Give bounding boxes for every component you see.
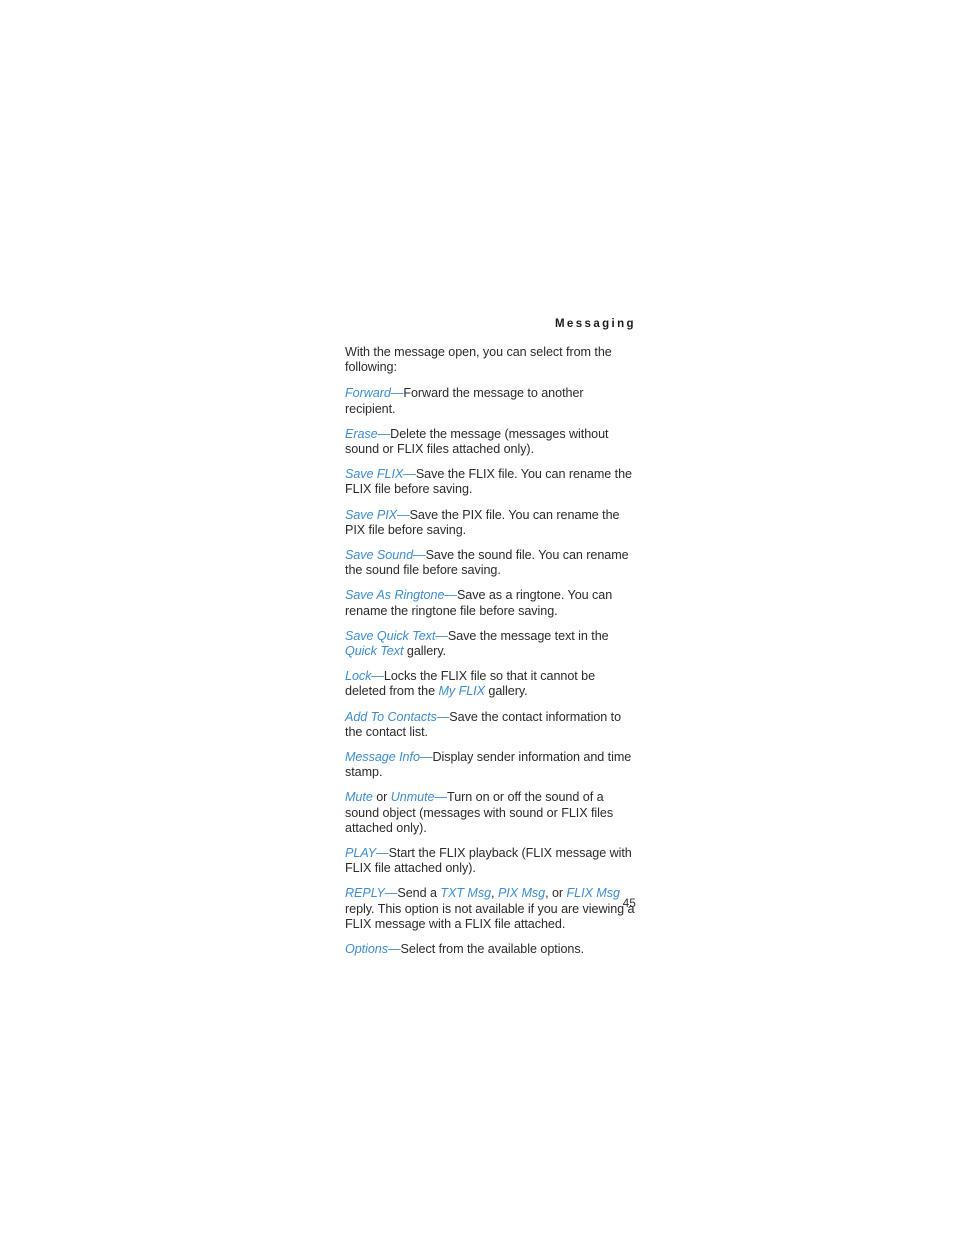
term-dash: — <box>403 467 416 482</box>
term-label: Lock <box>345 669 372 684</box>
inline-term-my-flix: My FLIX <box>438 684 486 699</box>
term-dash: — <box>419 750 433 765</box>
term-dash: — <box>435 628 448 643</box>
term-description: Start the FLIX playback (FLIX message wi… <box>345 846 632 876</box>
entry-message-info: Message Info—Display sender information … <box>345 750 637 780</box>
term-description-after: gallery. <box>403 644 447 659</box>
term-dash: — <box>376 846 389 861</box>
body-text-column: With the message open, you can select fr… <box>345 345 637 957</box>
entry-lock: Lock—Locks the FLIX file so that it cann… <box>345 669 637 699</box>
term-label: Add To Contacts <box>345 709 437 724</box>
entry-play: PLAY—Start the FLIX playback (FLIX messa… <box>345 846 637 876</box>
entry-forward: Forward—Forward the message to another r… <box>345 386 637 416</box>
term-description-before: Save the message text in the <box>447 628 609 643</box>
term-label: Mute <box>345 790 373 805</box>
term-description: Select from the available options. <box>400 942 585 957</box>
entry-add-to-contacts: Add To Contacts—Save the contact informa… <box>345 710 637 740</box>
entry-options: Options—Select from the available option… <box>345 942 637 957</box>
term-label: Save Quick Text <box>345 628 436 643</box>
term-dash: — <box>390 386 404 401</box>
entry-save-quick-text: Save Quick Text—Save the message text in… <box>345 629 637 659</box>
term-label: Save As Ringtone <box>345 588 445 603</box>
term-label-secondary: Unmute <box>390 790 435 805</box>
term-dash: — <box>434 790 448 805</box>
term-description-after: gallery. <box>484 684 528 699</box>
inline-term-quick-text: Quick Text <box>345 644 404 659</box>
term-label: PLAY <box>345 846 377 861</box>
entry-save-pix: Save PIX—Save the PIX file. You can rena… <box>345 508 637 538</box>
term-dash: — <box>397 507 410 522</box>
term-label: Options <box>345 942 388 957</box>
term-label: Save FLIX <box>345 467 404 482</box>
term-label: Erase <box>345 426 378 441</box>
entry-erase: Erase—Delete the message (messages witho… <box>345 427 637 457</box>
term-label: Forward <box>345 386 391 401</box>
term-dash: — <box>436 709 450 724</box>
entry-save-flix: Save FLIX—Save the FLIX file. You can re… <box>345 467 637 497</box>
term-dash: — <box>371 669 384 684</box>
manual-page: Messaging With the message open, you can… <box>0 0 954 1235</box>
entry-save-as-ringtone: Save As Ringtone—Save as a ringtone. You… <box>345 588 637 618</box>
intro-paragraph: With the message open, you can select fr… <box>345 345 612 375</box>
term-label: Save PIX <box>345 507 398 522</box>
term-dash: — <box>377 426 391 441</box>
term-label: Message Info <box>345 750 420 765</box>
term-joiner: or <box>372 790 391 805</box>
term-label: Save Sound <box>345 548 414 563</box>
term-dash: — <box>413 548 426 563</box>
term-dash: — <box>444 588 457 603</box>
entry-mute-unmute: Mute or Unmute—Turn on or off the sound … <box>345 790 637 836</box>
entry-save-sound: Save Sound—Save the sound file. You can … <box>345 548 637 578</box>
page-number: 45 <box>622 898 636 910</box>
term-dash: — <box>387 942 401 957</box>
running-head: Messaging <box>554 318 636 330</box>
